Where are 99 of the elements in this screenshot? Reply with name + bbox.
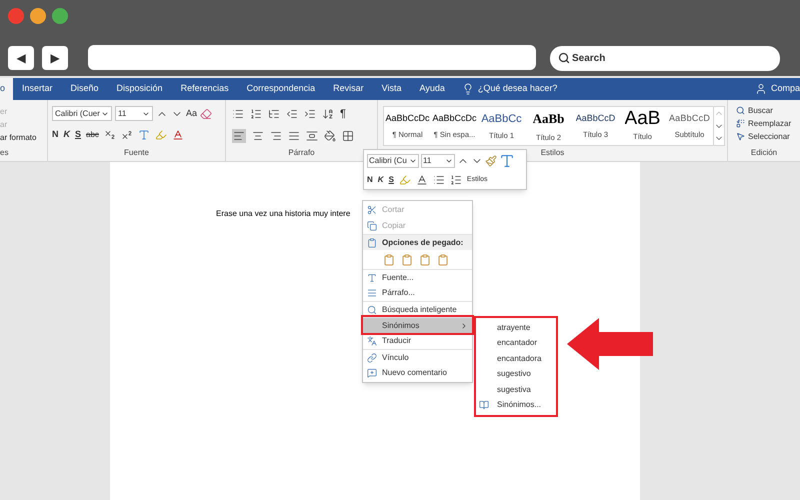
group-label: Estilos [540,147,564,159]
search-icon [558,52,570,64]
ribbon-tab[interactable]: Vista [372,78,411,100]
comment-icon [367,368,377,378]
tell-me-field[interactable]: ¿Qué desea hacer? [478,82,558,96]
ribbon-tab[interactable]: Revisar [324,78,373,100]
replace-icon [736,119,745,128]
document-text: Erase una vez una historia muy intere [216,209,350,218]
chevron-down-icon [409,157,417,165]
font-size-field[interactable]: 11 [421,154,455,168]
lightbulb-icon [462,83,474,95]
clipboard-icon [367,238,377,248]
paste-option-icon[interactable] [401,254,413,266]
paragraph-icon [367,288,377,298]
change-case-button[interactable]: Aa [186,106,198,120]
decrease-indent-icon[interactable] [286,108,298,120]
menu-item[interactable]: encantadora [476,351,556,366]
menu-item[interactable]: encantador [476,336,556,351]
search-icon [367,304,377,314]
italic-button[interactable]: K [378,174,384,186]
ribbon-command[interactable]: Reemplazar [748,118,792,130]
line-spacing-icon[interactable] [306,130,318,142]
ribbon-tab[interactable]: Insertar [13,78,62,100]
menu-item[interactable]: sugestiva [476,382,556,398]
format-painter-icon[interactable] [485,155,497,167]
chevron-right-icon [460,322,468,330]
group-label: es [0,147,10,159]
zoom-icon[interactable] [52,8,68,24]
menu-item[interactable]: Vínculo [363,349,472,365]
subscript-icon[interactable] [104,128,116,141]
share-button[interactable]: Compa [770,82,800,96]
shading-icon[interactable] [324,130,336,142]
sort-icon[interactable] [322,108,334,120]
font-color-icon[interactable] [172,128,184,141]
align-center-icon[interactable] [252,130,264,142]
menu-item[interactable]: Nuevo comentario [363,365,472,381]
ribbon-command[interactable]: ar formato [0,132,47,145]
person-icon [754,83,767,95]
arrow-icon [567,318,653,370]
ribbon-tab[interactable]: Ayuda [410,78,454,100]
numbering-icon[interactable] [450,174,462,186]
multilevel-list-icon[interactable] [268,108,280,120]
underline-button[interactable]: S [388,174,394,186]
highlighter-icon[interactable] [398,174,411,186]
ribbon-tab[interactable]: Diseño [62,78,108,100]
styles-icon[interactable] [499,153,515,169]
pointer-icon [736,132,745,141]
ribbon-tab[interactable]: Referencias [172,78,238,100]
search-field[interactable]: Search [550,46,780,71]
paste-option-icon[interactable] [437,254,449,266]
minimize-icon[interactable] [30,8,46,24]
eraser-icon[interactable] [200,108,212,120]
paste-option-icon[interactable] [383,254,395,266]
underline-button[interactable]: S [75,128,82,142]
borders-icon[interactable] [342,130,354,142]
bold-button[interactable]: N [52,128,58,142]
show-marks-button[interactable]: ¶ [340,106,346,122]
ribbon-tab[interactable]: Disposición [108,78,172,100]
strikethrough-button[interactable]: abc [86,128,99,141]
menu-header: Opciones de pegado: [382,236,464,248]
align-left-button[interactable] [232,128,246,142]
ribbon-tab[interactable]: Correspondencia [238,78,324,100]
translate-icon [367,336,377,346]
font-color-icon[interactable] [416,174,428,186]
increase-indent-icon[interactable] [304,108,316,120]
group-label: Edición [750,147,778,159]
group-label: Párrafo [288,147,315,159]
link-icon [367,352,377,362]
menu-item[interactable]: Traducir [363,333,472,349]
superscript-icon[interactable] [120,128,133,141]
forward-button[interactable]: ▶ [42,46,68,70]
ribbon-tab[interactable]: o [0,78,14,100]
font-size-field[interactable]: 11 [115,106,153,121]
menu-item[interactable]: Párrafo... [363,285,472,301]
font-icon [367,272,377,282]
address-field[interactable] [88,45,536,70]
menu-item[interactable]: Fuente... [363,269,472,285]
bold-button[interactable]: N [367,174,373,186]
menu-item[interactable]: sugestivo [476,366,556,382]
scissors-icon [367,205,377,215]
ribbon-command[interactable]: Seleccionar [748,130,790,142]
ribbon-command[interactable]: Buscar [748,104,773,116]
align-right-icon[interactable] [270,130,282,142]
numbering-icon[interactable] [250,108,262,120]
menu-item[interactable]: Sinónimos [363,317,472,333]
chevron-down-icon [445,157,453,165]
font-name-field[interactable]: Calibri (Cu [367,154,419,168]
copy-icon [367,221,377,231]
paste-option-icon[interactable] [419,254,431,266]
italic-button[interactable]: K [64,128,70,142]
font-name-field[interactable]: Calibri (Cuer [52,106,112,121]
justify-icon[interactable] [288,130,300,142]
back-button[interactable]: ◀ [8,46,34,70]
menu-item[interactable]: atrayente [476,320,556,336]
book-icon [479,400,489,410]
search-icon [736,106,745,115]
text-effects-icon[interactable] [138,128,150,141]
menu-item[interactable]: Sinónimos... [476,398,556,413]
group-label: Fuente [124,147,149,159]
